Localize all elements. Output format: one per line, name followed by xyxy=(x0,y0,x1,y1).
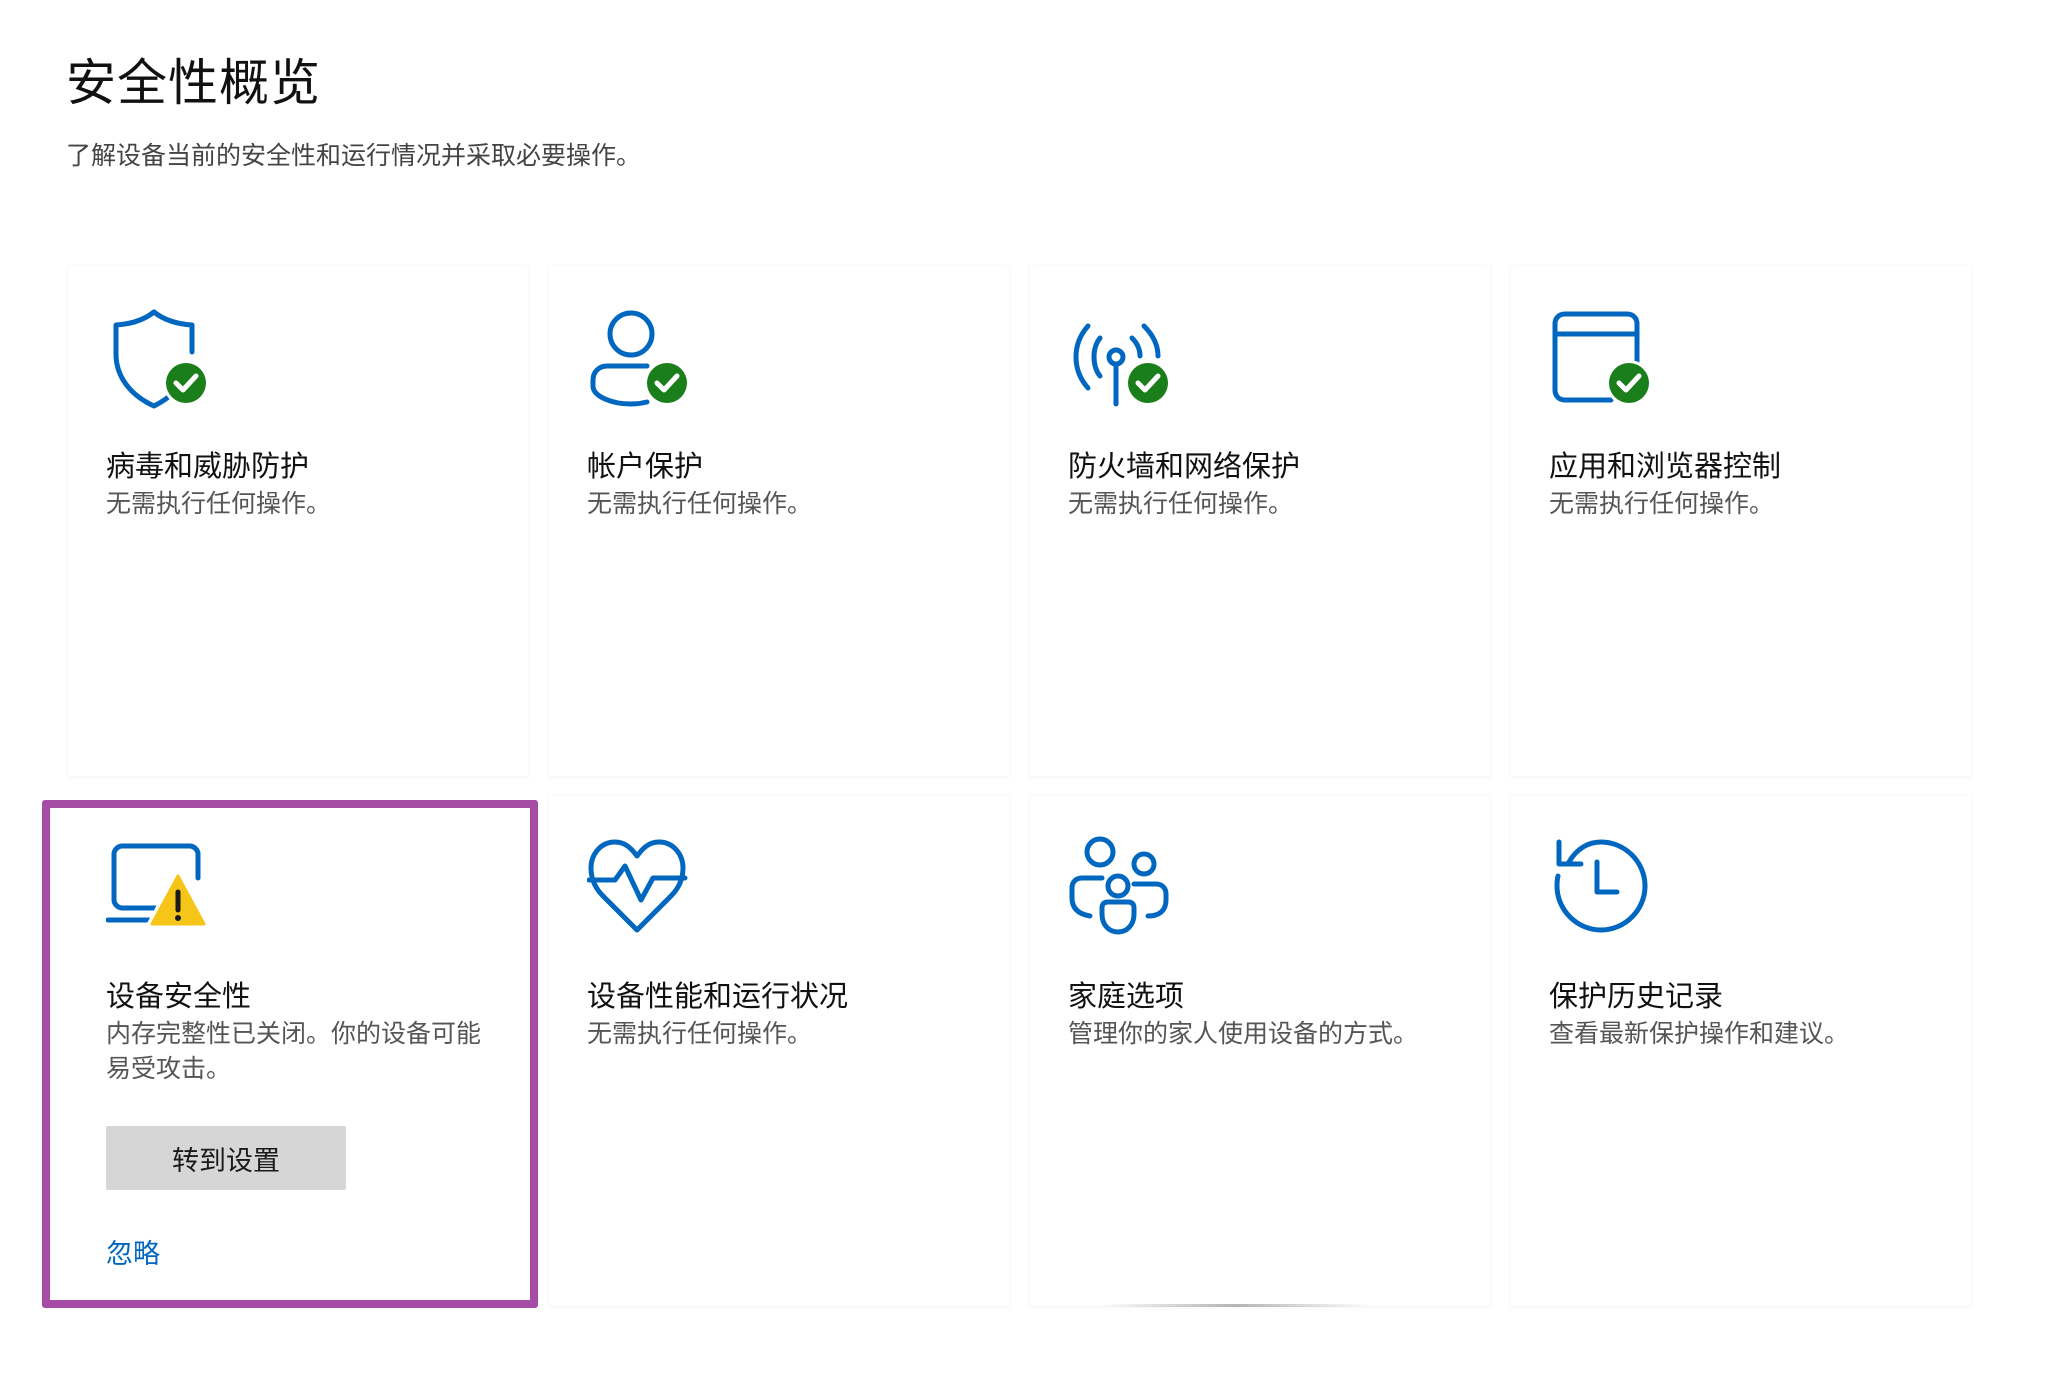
family-icon xyxy=(1068,834,1178,944)
card-title: 防火墙和网络保护 xyxy=(1068,449,1301,483)
check-icon xyxy=(163,360,209,406)
card-description: 管理你的家人使用设备的方式。 xyxy=(1068,1019,1419,1048)
card-title: 病毒和威胁防护 xyxy=(106,449,310,483)
card-app-browser-control[interactable]: 应用和浏览器控制 无需执行任何操作。 xyxy=(1511,266,1971,776)
browser-window-icon xyxy=(1549,304,1659,414)
card-device-performance-health[interactable]: 设备性能和运行状况 无需执行任何操作。 xyxy=(549,796,1009,1306)
card-description: 无需执行任何操作。 xyxy=(1068,489,1294,518)
card-firewall-network-protection[interactable]: 防火墙和网络保护 无需执行任何操作。 xyxy=(1030,266,1490,776)
check-icon xyxy=(644,360,690,406)
card-protection-history[interactable]: 保护历史记录 查看最新保护操作和建议。 xyxy=(1511,796,1971,1306)
scroll-indicator xyxy=(1100,1304,1370,1307)
shield-icon xyxy=(106,304,216,414)
card-description: 内存完整性已关闭。你的设备可能易受攻击。 xyxy=(106,1019,482,1083)
page-subtitle: 了解设备当前的安全性和运行情况并采取必要操作。 xyxy=(66,141,642,170)
person-icon xyxy=(587,304,697,414)
heart-pulse-icon xyxy=(587,834,697,944)
card-family-options[interactable]: 家庭选项 管理你的家人使用设备的方式。 xyxy=(1030,796,1490,1306)
card-title: 设备性能和运行状况 xyxy=(587,979,849,1013)
card-description: 无需执行任何操作。 xyxy=(1549,489,1775,518)
card-device-security[interactable]: 设备安全性 内存完整性已关闭。你的设备可能易受攻击。 转到设置 忽略 xyxy=(68,796,528,1306)
card-title: 保护历史记录 xyxy=(1549,979,1724,1013)
card-description: 无需执行任何操作。 xyxy=(106,489,332,518)
dismiss-link[interactable]: 忽略 xyxy=(106,1232,160,1271)
check-icon xyxy=(1606,360,1652,406)
security-cards-grid: 病毒和威胁防护 无需执行任何操作。 帐户保护 无需执行任何操作。 防火墙和网络保… xyxy=(68,266,1973,1306)
card-title: 家庭选项 xyxy=(1068,979,1185,1013)
card-title: 应用和浏览器控制 xyxy=(1549,449,1782,483)
card-description: 查看最新保护操作和建议。 xyxy=(1549,1019,1850,1048)
card-description: 无需执行任何操作。 xyxy=(587,489,813,518)
go-to-settings-button[interactable]: 转到设置 xyxy=(106,1126,346,1190)
card-description: 无需执行任何操作。 xyxy=(587,1019,813,1048)
check-icon xyxy=(1125,360,1171,406)
antenna-icon xyxy=(1068,304,1178,414)
history-icon xyxy=(1549,834,1659,944)
laptop-icon xyxy=(106,834,216,944)
card-title: 帐户保护 xyxy=(587,449,704,483)
card-virus-threat-protection[interactable]: 病毒和威胁防护 无需执行任何操作。 xyxy=(68,266,528,776)
card-title: 设备安全性 xyxy=(106,979,252,1013)
page-title: 安全性概览 xyxy=(66,54,321,112)
card-account-protection[interactable]: 帐户保护 无需执行任何操作。 xyxy=(549,266,1009,776)
warning-icon xyxy=(146,870,210,930)
